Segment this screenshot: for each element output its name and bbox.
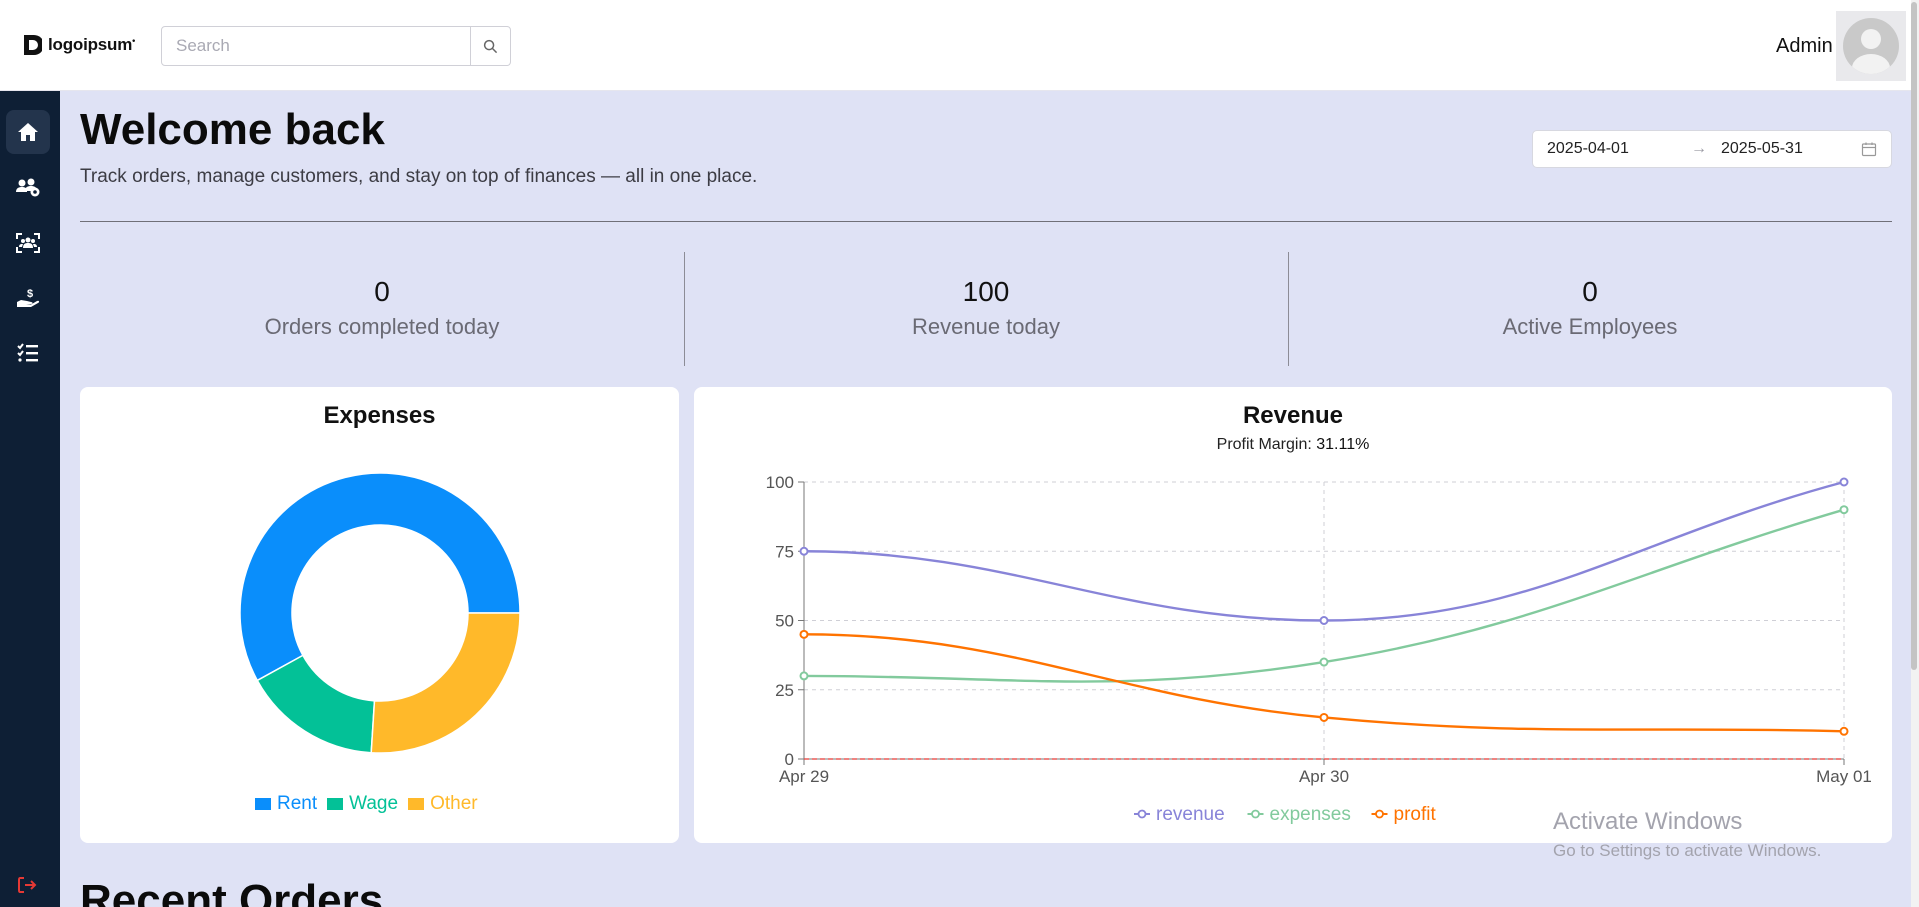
header-divider <box>80 221 1892 222</box>
data-point-revenue[interactable] <box>799 546 809 556</box>
data-point-expenses[interactable] <box>1839 505 1849 515</box>
home-icon <box>18 123 38 141</box>
stat-active-employees: 0 Active Employees <box>1288 252 1892 366</box>
data-point-profit[interactable] <box>1839 726 1849 736</box>
stat-label: Orders completed today <box>264 314 500 339</box>
expenses-card: Expenses Rent Wage Other <box>80 387 679 843</box>
svg-text:$: $ <box>27 288 33 300</box>
search-bar <box>161 26 511 66</box>
activation-watermark-subtitle: Go to Settings to activate Windows. <box>1553 841 1822 860</box>
avatar[interactable] <box>1836 11 1906 81</box>
user-name[interactable]: Admin <box>1776 35 1833 58</box>
date-start[interactable]: 2025-04-01 <box>1547 140 1629 158</box>
legend-swatch <box>255 798 271 810</box>
legend-marker <box>1137 809 1147 819</box>
recent-orders-title: Recent Orders <box>80 876 384 907</box>
top-bar: logoipsum• Admin <box>0 0 1919 91</box>
legend-label: Wage <box>349 793 399 814</box>
legend-item-rent[interactable]: Rent <box>255 793 317 815</box>
customers-icon <box>16 178 40 197</box>
legend-label: profit <box>1394 804 1437 825</box>
donut-slice-other[interactable] <box>370 612 521 754</box>
data-point-revenue[interactable] <box>1839 477 1849 487</box>
search-button[interactable] <box>470 27 510 65</box>
legend-label: Rent <box>277 793 318 814</box>
legend-item-wage[interactable]: Wage <box>327 793 398 815</box>
stat-value: 0 <box>374 276 390 307</box>
sidebar-item-home[interactable] <box>6 110 50 154</box>
date-arrow: → <box>1691 140 1707 157</box>
logout-icon <box>18 877 37 893</box>
legend-item-profit[interactable]: profit <box>1371 804 1437 825</box>
orders-list-icon <box>17 343 38 362</box>
finance-icon: $ <box>17 288 40 307</box>
legend-marker <box>1375 809 1384 819</box>
logo-icon <box>24 35 42 55</box>
sidebar-item-customers[interactable] <box>6 166 50 210</box>
sidebar: $ <box>0 91 60 907</box>
legend-item-expenses[interactable]: expenses <box>1247 804 1351 825</box>
page-scrollbar[interactable] <box>1911 0 1919 907</box>
logo-text: logoipsum• <box>48 35 136 54</box>
stat-value: 100 <box>962 276 1010 307</box>
x-tick-label: Apr 30 <box>1299 767 1349 786</box>
y-tick-label: 75 <box>775 542 794 561</box>
search-input[interactable] <box>162 27 470 65</box>
legend-marker <box>1251 809 1260 819</box>
stat-orders-completed: 0 Orders completed today <box>80 252 684 366</box>
stat-revenue-today: 100 Revenue today <box>684 252 1288 366</box>
stat-value: 0 <box>1582 276 1598 307</box>
legend-label: expenses <box>1270 804 1351 825</box>
revenue-line-chart: 0255075100Apr 29 Apr 30 May 01revenue expen… <box>766 473 1872 825</box>
data-point-revenue[interactable] <box>1319 616 1329 625</box>
data-point-profit[interactable] <box>799 629 809 639</box>
date-end[interactable]: 2025-05-31 <box>1721 140 1803 158</box>
stat-label: Active Employees <box>1502 314 1678 339</box>
data-point-expenses[interactable] <box>1319 657 1329 667</box>
legend-item-revenue[interactable]: revenue <box>1134 804 1225 825</box>
legend-label: revenue <box>1156 804 1225 825</box>
y-tick-label: 50 <box>775 612 794 631</box>
legend-swatch <box>408 798 425 810</box>
y-tick-label: 100 <box>766 473 794 492</box>
date-range-picker[interactable]: 2025-04-01 → 2025-05-31 <box>1532 130 1892 168</box>
y-tick-label: 25 <box>775 681 794 700</box>
x-tick-label: Apr 29 <box>779 767 829 786</box>
activation-watermark-title: Activate Windows <box>1553 808 1743 835</box>
sidebar-item-employees[interactable] <box>6 221 50 265</box>
data-point-expenses[interactable] <box>799 671 809 681</box>
logout-button[interactable] <box>6 863 50 907</box>
legend-swatch <box>327 798 344 810</box>
calendar-icon <box>1861 142 1877 157</box>
revenue-card: Revenue Profit Margin: 31.11% 0 25 50 75 100… <box>694 387 1892 843</box>
search-icon <box>483 39 498 53</box>
x-tick-label: May 01 <box>1816 767 1872 786</box>
legend-label: Other <box>430 793 478 814</box>
sidebar-item-orders[interactable] <box>6 331 50 375</box>
employees-icon <box>16 233 40 253</box>
data-point-profit[interactable] <box>1319 712 1329 722</box>
sidebar-item-finance[interactable]: $ <box>6 276 50 320</box>
page-title: Welcome back <box>80 105 385 154</box>
user-avatar-icon <box>1843 18 1899 74</box>
expenses-donut-chart <box>239 472 521 754</box>
legend-item-other[interactable]: Other <box>408 793 478 815</box>
page-subtitle: Track orders, manage customers, and stay… <box>80 166 758 187</box>
scrollbar-thumb[interactable] <box>1911 2 1917 670</box>
expenses-legend: Rent Wage Other <box>255 793 488 815</box>
stat-label: Revenue today <box>912 314 1060 339</box>
donut-slice-wage[interactable] <box>256 654 376 754</box>
logo[interactable]: logoipsum• <box>20 32 135 58</box>
